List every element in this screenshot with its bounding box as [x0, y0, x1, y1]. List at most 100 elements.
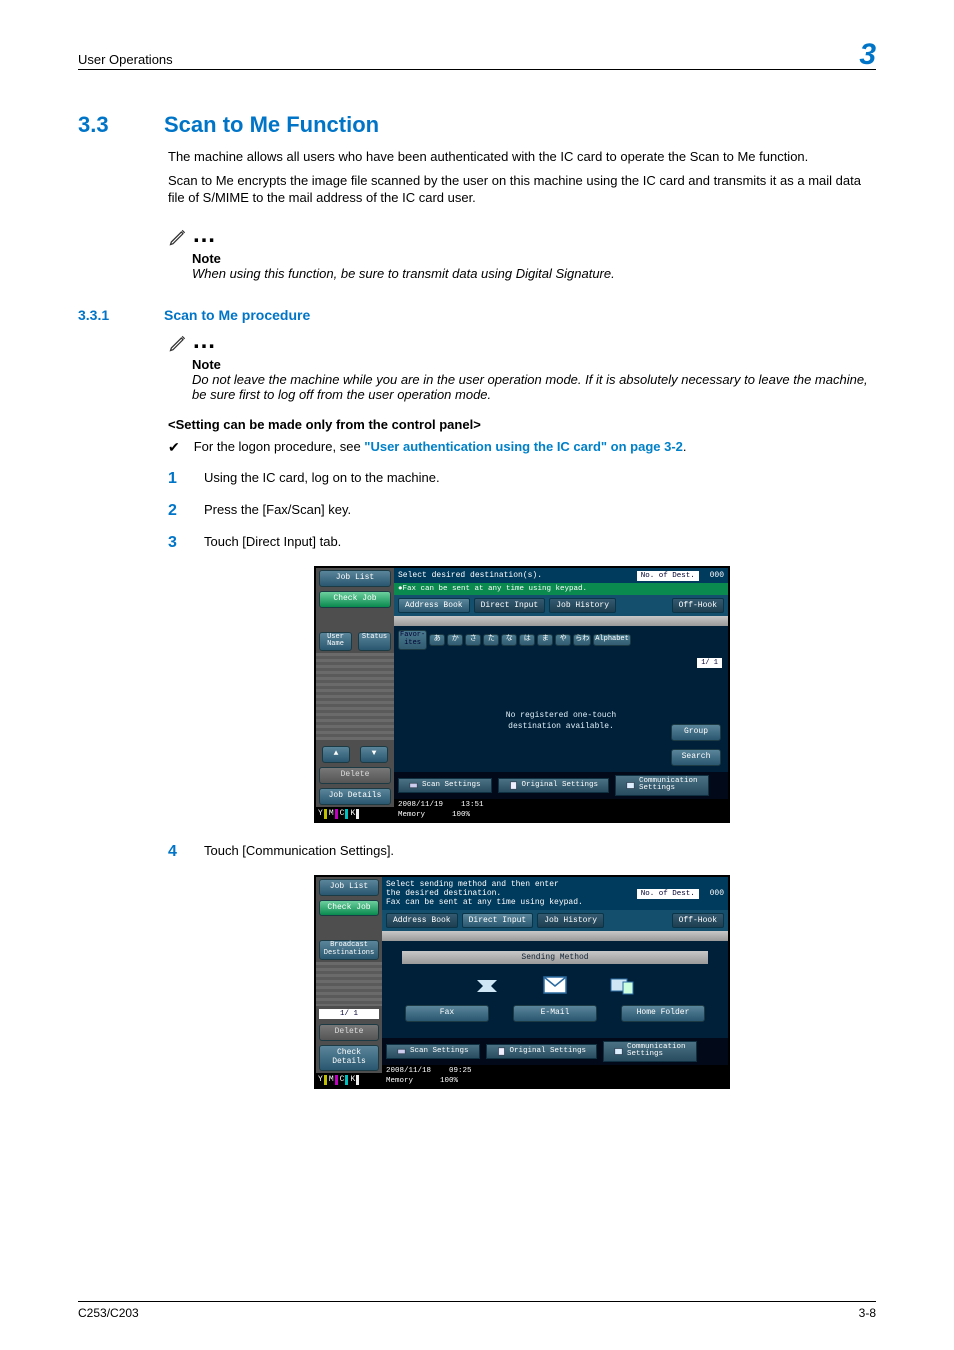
- prerequisite-text: For the logon procedure, see: [194, 439, 365, 454]
- note-block: … Note When using this function, be sure…: [168, 225, 876, 281]
- status-date: 2008/11/19: [398, 801, 443, 809]
- tab-direct-input[interactable]: Direct Input: [462, 913, 534, 928]
- panel-instruction: Select sending method and then enter the…: [386, 880, 583, 907]
- sending-method-heading: Sending Method: [402, 951, 708, 964]
- communication-settings-icon: [626, 781, 635, 790]
- job-list-button[interactable]: Job List: [319, 570, 391, 587]
- original-settings-button[interactable]: Original Settings: [486, 1044, 598, 1059]
- dest-count-value: 000: [710, 889, 724, 898]
- step-row: 3 Touch [Direct Input] tab.: [168, 534, 876, 552]
- note-block: … Note Do not leave the machine while yo…: [168, 331, 876, 402]
- check-job-button[interactable]: Check Job: [319, 591, 391, 608]
- step-row: 2 Press the [Fax/Scan] key.: [168, 502, 876, 520]
- email-icon: [543, 976, 567, 999]
- footer-model: C253/C203: [78, 1306, 139, 1320]
- kana-key[interactable]: らわ: [573, 634, 591, 646]
- step-number: 1: [168, 470, 184, 488]
- subsection-heading: 3.3.1Scan to Me procedure: [78, 307, 876, 323]
- fax-icon: [475, 976, 501, 999]
- page-header: User Operations 3: [78, 38, 876, 70]
- tab-job-history[interactable]: Job History: [549, 598, 616, 613]
- header-title: User Operations: [78, 52, 173, 67]
- scroll-down-button[interactable]: ▼: [360, 746, 388, 763]
- status-time: 09:25: [449, 1067, 472, 1075]
- note-label: Note: [192, 357, 876, 372]
- step-text: Touch [Communication Settings].: [204, 843, 394, 858]
- dest-count-label: No. of Dest.: [637, 889, 699, 899]
- section-title: Scan to Me Function: [164, 112, 379, 137]
- step-row: 4 Touch [Communication Settings].: [168, 843, 876, 861]
- communication-settings-button[interactable]: Communication Settings: [615, 775, 709, 796]
- original-settings-icon: [497, 1047, 506, 1056]
- subsection-number: 3.3.1: [78, 307, 164, 323]
- favorites-button[interactable]: Favor- ites: [398, 630, 427, 649]
- scan-settings-button[interactable]: Scan Settings: [398, 778, 492, 793]
- user-name-button[interactable]: User Name: [319, 632, 352, 651]
- kana-key[interactable]: さ: [465, 634, 481, 646]
- body-paragraph: Scan to Me encrypts the image file scann…: [168, 172, 876, 207]
- tab-job-history[interactable]: Job History: [537, 913, 604, 928]
- kana-key[interactable]: ま: [537, 634, 553, 646]
- kana-key[interactable]: た: [483, 634, 499, 646]
- kana-key[interactable]: あ: [429, 634, 445, 646]
- delete-button[interactable]: Delete: [319, 1024, 379, 1041]
- memory-label: Memory: [386, 1077, 413, 1085]
- pen-icon: [168, 333, 188, 356]
- step-number: 2: [168, 502, 184, 520]
- cross-reference-link[interactable]: "User authentication using the IC card" …: [364, 439, 683, 454]
- dest-count-label: No. of Dest.: [637, 571, 699, 581]
- scroll-up-button[interactable]: ▲: [322, 746, 350, 763]
- pen-icon: [168, 227, 188, 250]
- email-button[interactable]: E-Mail: [513, 1005, 597, 1022]
- job-details-button[interactable]: Job Details: [319, 788, 391, 805]
- broadcast-destinations-button[interactable]: Broadcast Destinations: [319, 940, 379, 959]
- step-number: 3: [168, 534, 184, 552]
- dest-count-value: 000: [710, 571, 724, 580]
- original-settings-button[interactable]: Original Settings: [498, 778, 610, 793]
- step-text: Touch [Direct Input] tab.: [204, 534, 341, 549]
- step-text: Press the [Fax/Scan] key.: [204, 502, 351, 517]
- fax-button[interactable]: Fax: [405, 1005, 489, 1022]
- memory-value: 100%: [440, 1077, 458, 1085]
- empty-message: No registered one-touch destination avai…: [506, 711, 616, 732]
- toner-y-icon: Y: [318, 1075, 327, 1085]
- prerequisite-suffix: .: [683, 439, 687, 454]
- group-button[interactable]: Group: [671, 724, 721, 741]
- status-button[interactable]: Status: [358, 632, 391, 651]
- kana-key[interactable]: か: [447, 634, 463, 646]
- note-body: When using this function, be sure to tra…: [192, 266, 876, 281]
- tab-address-book[interactable]: Address Book: [398, 598, 470, 613]
- tab-direct-input[interactable]: Direct Input: [474, 598, 546, 613]
- job-list-button[interactable]: Job List: [319, 879, 379, 896]
- setting-condition-heading: <Setting can be made only from the contr…: [168, 416, 876, 434]
- tab-address-book[interactable]: Address Book: [386, 913, 458, 928]
- memory-value: 100%: [452, 811, 470, 819]
- kana-key[interactable]: や: [555, 634, 571, 646]
- control-panel-screenshot: Job List Check Job Broadcast Destination…: [314, 875, 730, 1089]
- toner-m-icon: M: [329, 809, 338, 819]
- ellipsis-icon: …: [192, 221, 218, 249]
- off-hook-button[interactable]: Off-Hook: [672, 598, 724, 613]
- step-row: 1 Using the IC card, log on to the machi…: [168, 470, 876, 488]
- kana-key[interactable]: は: [519, 634, 535, 646]
- scan-settings-button[interactable]: Scan Settings: [386, 1044, 480, 1059]
- kana-key[interactable]: な: [501, 634, 517, 646]
- off-hook-button[interactable]: Off-Hook: [672, 913, 724, 928]
- home-folder-button[interactable]: Home Folder: [621, 1005, 705, 1022]
- home-folder-icon: [609, 976, 635, 999]
- pager-badge: 1/ 1: [319, 1009, 379, 1019]
- check-details-button[interactable]: Check Details: [319, 1045, 379, 1071]
- hint-strip: ●Fax can be sent at any time using keypa…: [394, 583, 728, 595]
- memory-label: Memory: [398, 811, 425, 819]
- communication-settings-button[interactable]: Communication Settings: [603, 1041, 697, 1062]
- alphabet-button[interactable]: Alphabet: [593, 634, 631, 646]
- status-time: 13:51: [461, 801, 484, 809]
- communication-settings-icon: [614, 1047, 623, 1056]
- delete-button[interactable]: Delete: [319, 767, 391, 784]
- check-job-button[interactable]: Check Job: [319, 900, 379, 917]
- control-panel-screenshot: Job List Check Job User Name Status ▲ ▼ …: [314, 566, 730, 823]
- chapter-number: 3: [859, 38, 876, 72]
- ellipsis-icon: …: [192, 327, 218, 355]
- search-button[interactable]: Search: [671, 749, 721, 766]
- checkmark-icon: ✔: [168, 439, 180, 456]
